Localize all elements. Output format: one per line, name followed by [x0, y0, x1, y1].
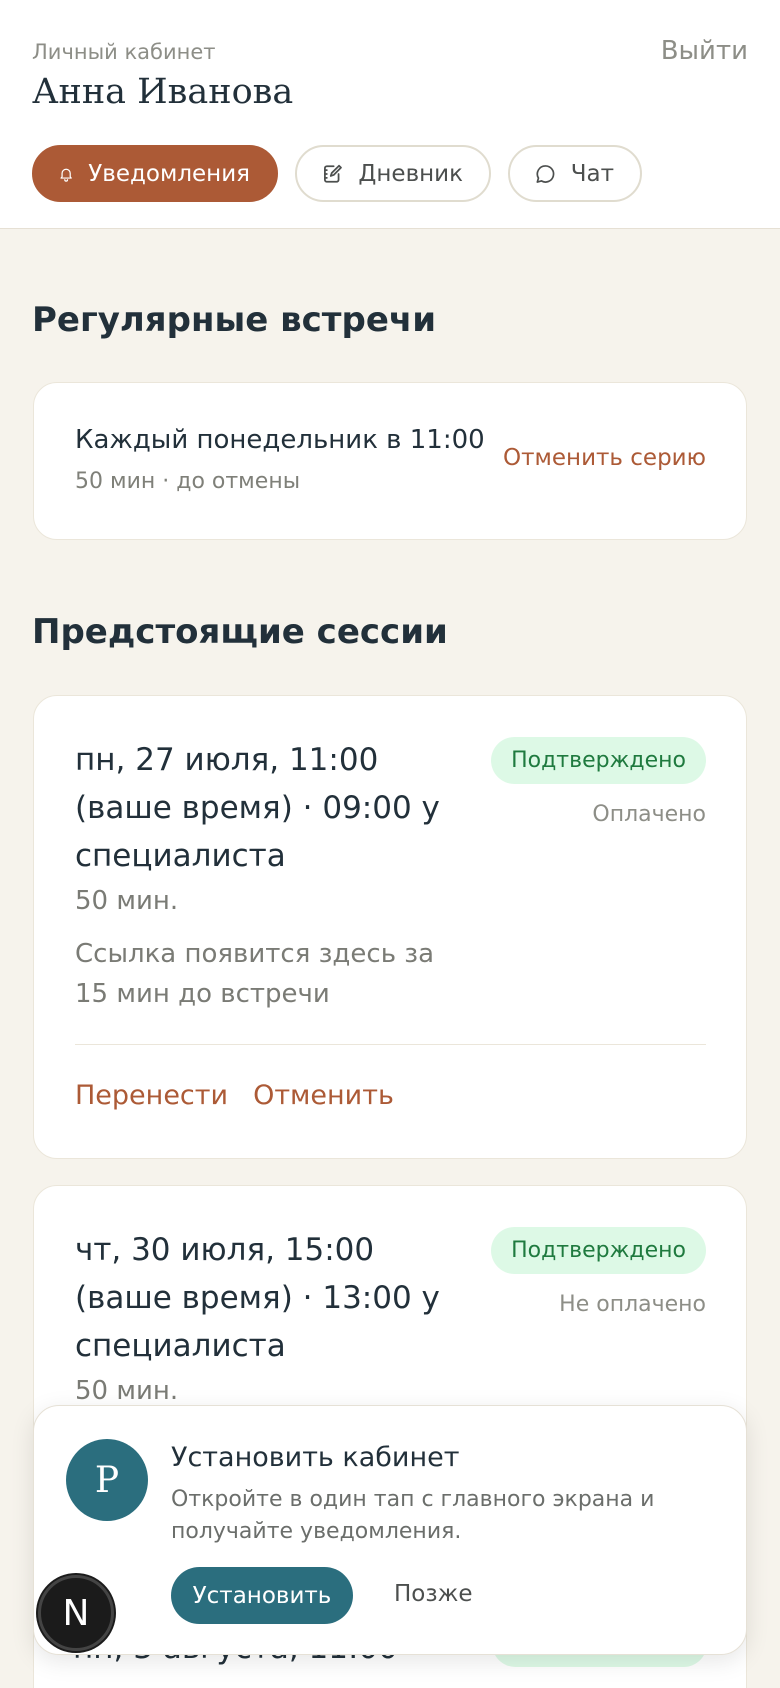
chat-bubble-icon — [536, 164, 555, 183]
status-badge: Подтверждено — [491, 1227, 706, 1274]
tab-diary[interactable]: Дневник — [295, 145, 491, 202]
payment-status: Не оплачено — [559, 1292, 706, 1317]
bell-icon — [60, 168, 72, 182]
tab-label: Уведомления — [88, 160, 250, 187]
cancel-session-button[interactable]: Отменить — [253, 1080, 394, 1111]
header: Личный кабинет Анна Иванова Выйти Уведом… — [0, 0, 780, 229]
install-title: Установить кабинет — [171, 1442, 460, 1473]
later-button[interactable]: Позже — [394, 1581, 472, 1607]
link-note: Ссылка появится здесь за 15 мин до встре… — [75, 939, 435, 1009]
session-actions: Перенести Отменить — [75, 1080, 394, 1111]
dev-tools-badge[interactable]: N — [38, 1575, 114, 1651]
payment-status: Оплачено — [592, 802, 706, 827]
divider — [75, 1044, 706, 1045]
tab-label: Чат — [570, 160, 614, 187]
session-duration: 50 мин. — [75, 1376, 179, 1406]
cancel-series-button[interactable]: Отменить серию — [503, 445, 706, 471]
tab-notifications[interactable]: Уведомления — [32, 145, 278, 202]
app-avatar: P — [66, 1439, 148, 1521]
session-title: чт, 30 июля, 15:00 (ваше время) · 13:00 … — [75, 1232, 440, 1364]
next-logo-icon: N — [62, 1592, 90, 1634]
session-duration: 50 мин. — [75, 886, 179, 916]
recurring-title: Каждый понедельник в 11:00 — [75, 425, 485, 455]
reschedule-button[interactable]: Перенести — [75, 1080, 228, 1111]
recurring-section-title: Регулярные встречи — [32, 300, 437, 340]
install-button[interactable]: Установить — [171, 1567, 353, 1624]
upcoming-section-title: Предстоящие сессии — [32, 612, 448, 652]
cabinet-label: Личный кабинет — [32, 40, 216, 64]
tab-bar: Уведомления Дневник Чат — [32, 145, 642, 202]
logout-link[interactable]: Выйти — [661, 36, 748, 66]
tab-chat[interactable]: Чат — [508, 145, 642, 202]
recurring-card: Каждый понедельник в 11:00 50 мин · до о… — [33, 382, 747, 540]
install-prompt: P Установить кабинет Откройте в один тап… — [33, 1405, 747, 1655]
user-name: Анна Иванова — [32, 72, 294, 112]
status-badge: Подтверждено — [491, 737, 706, 784]
session-card: пн, 27 июля, 11:00 (ваше время) · 09:00 … — [33, 695, 747, 1159]
recurring-subtitle: 50 мин · до отмены — [75, 469, 301, 494]
notebook-icon — [324, 164, 342, 183]
session-title: пн, 27 июля, 11:00 (ваше время) · 09:00 … — [75, 742, 440, 874]
install-description: Откройте в один тап с главного экрана и … — [171, 1487, 655, 1544]
tab-label: Дневник — [358, 160, 463, 187]
